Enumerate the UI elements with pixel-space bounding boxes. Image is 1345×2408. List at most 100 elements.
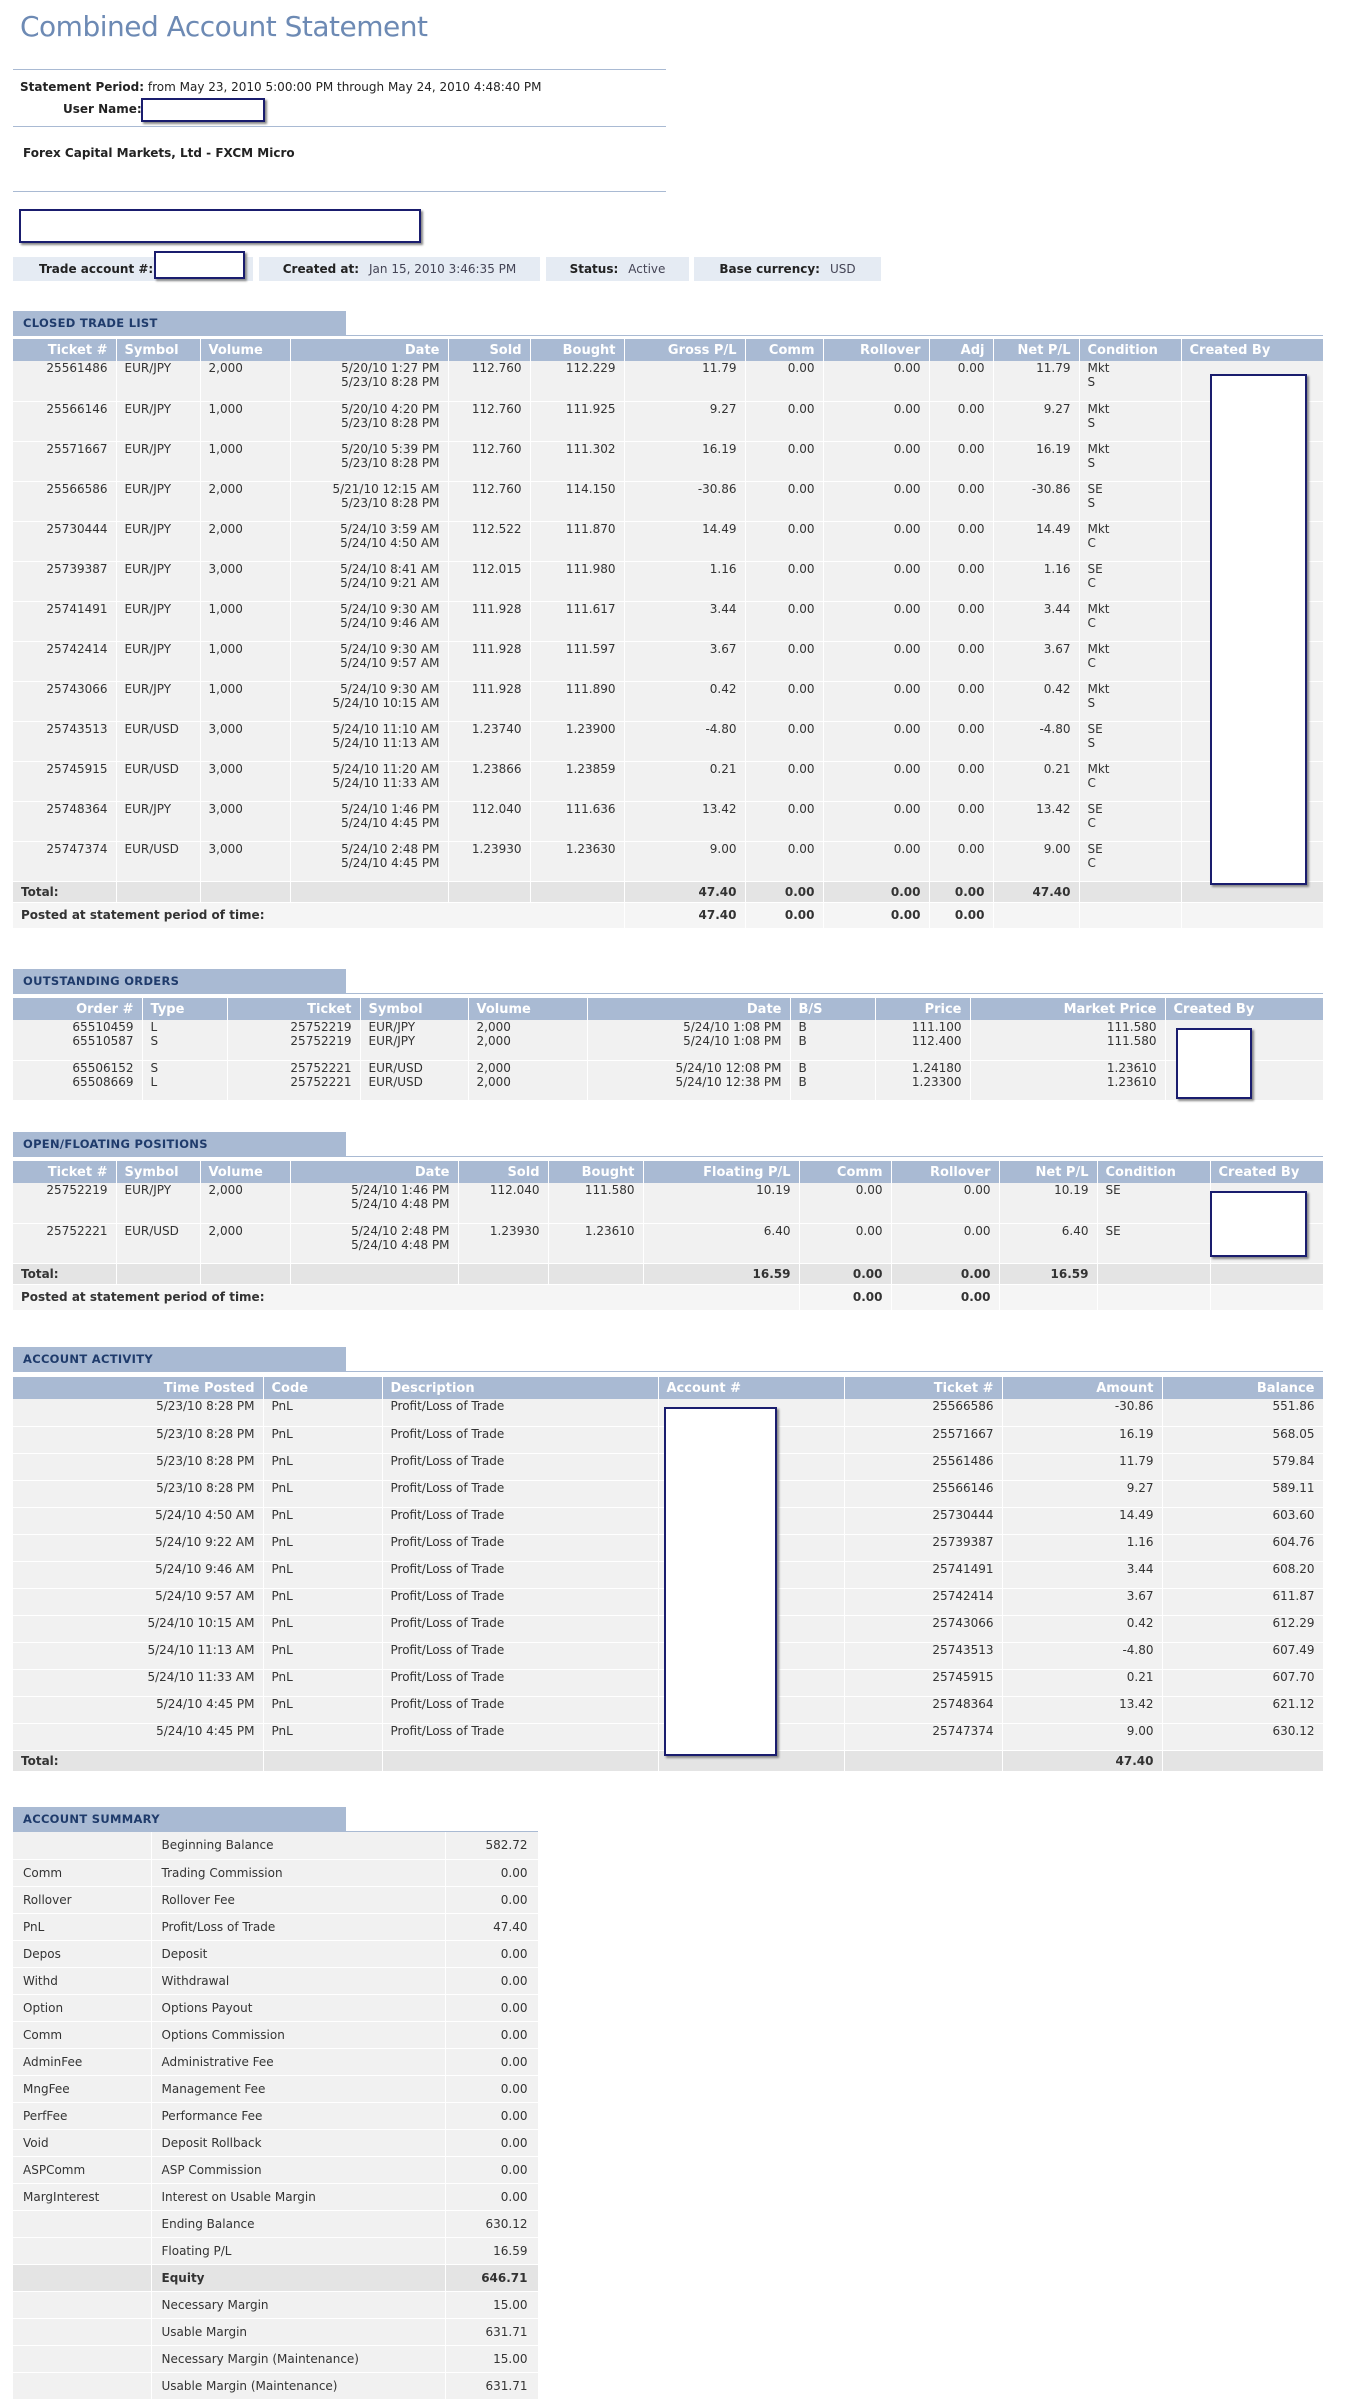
cell-line: 1.23610	[584, 1223, 635, 1238]
redacted-user-name	[141, 98, 265, 122]
adj-cell: 0.00	[929, 481, 994, 522]
table-row: 65510459 65510587 L S 25752219 25752219 EUR/JP…	[13, 1020, 1324, 1061]
account-summary-tab: ACCOUNT SUMMARY	[13, 1807, 346, 1831]
description-cell: Profit/Loss of Trade	[382, 1615, 659, 1643]
summary-amount: 0.00	[445, 2021, 539, 2049]
column-header: Order #	[13, 998, 143, 1020]
price-cell: 111.100 112.400	[875, 1020, 971, 1061]
sold-cell: 112.760	[448, 481, 531, 522]
total-cell	[1162, 1750, 1324, 1772]
cell-line: EUR/JPY	[368, 1034, 416, 1048]
cell-line: 5/24/10 1:46 PM	[341, 801, 440, 816]
total-cell	[530, 881, 625, 903]
cell-line: 5/24/10 2:48 PM	[351, 1223, 450, 1238]
condition-cell: SE C	[1079, 841, 1182, 882]
cell-line: 5/24/10 4:48 PM	[351, 1197, 450, 1211]
cell-line: 0.42	[1043, 681, 1071, 696]
amount-cell: 1.16	[1002, 1534, 1163, 1562]
volume-cell: 2,000 2,000	[468, 1060, 588, 1101]
status-label: Status:	[569, 262, 619, 276]
redacted-created-by	[1176, 1028, 1252, 1099]
summary-amount: 47.40	[445, 1913, 539, 1941]
cell-line: 0.00	[787, 401, 815, 416]
net-cell: -4.80	[993, 721, 1080, 762]
time-cell: 5/24/10 9:57 AM	[13, 1588, 264, 1616]
ticket-cell: 25752221 25752221	[227, 1060, 361, 1101]
page-title: Combined Account Statement	[20, 10, 428, 43]
bought-cell: 111.302	[530, 441, 625, 482]
summary-description: Necessary Margin (Maintenance)	[151, 2345, 446, 2373]
cell-line: SE	[1087, 841, 1103, 856]
cell-line: B	[798, 1020, 807, 1034]
ticket-cell: 25561486	[13, 361, 117, 402]
time-cell: 5/24/10 11:33 AM	[13, 1669, 264, 1697]
cell-line: SE	[1087, 721, 1103, 736]
cell-line: 2,000	[476, 1034, 511, 1048]
summary-description: Deposit	[151, 1940, 446, 1968]
sold-cell: 112.040	[458, 1183, 549, 1224]
comm-cell: 0.00	[745, 641, 824, 682]
cell-line: 5/20/10 1:27 PM	[341, 361, 440, 375]
balance-cell: 630.12	[1162, 1723, 1324, 1751]
outstanding-orders-table: Order # Type Ticket Symbol Volume Date B/S Pric…	[13, 998, 1324, 1101]
table-row: 25747374 EUR/USD 3,000 5/24/10 2:48 PM 5/24/…	[13, 841, 1324, 882]
summary-amount: 0.00	[445, 2048, 539, 2076]
symbol-cell: EUR/USD	[116, 1223, 201, 1264]
column-header: Time Posted	[13, 1377, 264, 1399]
adj-cell: 0.00	[929, 761, 994, 802]
code-cell: PnL	[263, 1642, 383, 1670]
total-cell	[382, 1750, 659, 1772]
summary-code: AdminFee	[13, 2048, 152, 2076]
time-cell: 5/23/10 8:28 PM	[13, 1399, 264, 1427]
cell-line: 0.00	[787, 601, 815, 616]
balance-cell: 608.20	[1162, 1561, 1324, 1589]
date-cell: 5/20/10 4:20 PM 5/23/10 8:28 PM	[290, 401, 449, 442]
code-cell: PnL	[263, 1669, 383, 1697]
column-header: Comm	[745, 339, 824, 361]
cell-line: C	[1087, 575, 1096, 590]
adj-cell: 0.00	[929, 561, 994, 602]
volume-cell: 3,000	[200, 561, 291, 602]
summary-amount: 15.00	[445, 2345, 539, 2373]
column-header: Code	[263, 1377, 383, 1399]
column-header: Created By	[1210, 1161, 1324, 1183]
cell-line: S	[150, 1034, 159, 1048]
total-cell	[448, 881, 531, 903]
cell-line: 65510459	[72, 1020, 134, 1034]
cell-line: 0.00	[787, 681, 815, 696]
cell-line: S	[1087, 695, 1096, 710]
net-cell: 14.49	[993, 521, 1080, 562]
volume-cell: 3,000	[200, 761, 291, 802]
cell-line: S	[150, 1060, 159, 1075]
volume-cell: 2,000	[200, 481, 291, 522]
adj-cell: 0.00	[929, 401, 994, 442]
volume-cell: 2,000	[200, 1223, 291, 1264]
time-cell: 5/24/10 11:13 AM	[13, 1642, 264, 1670]
balance-cell: 589.11	[1162, 1480, 1324, 1508]
cell-line: 112.760	[471, 401, 522, 416]
adj-cell: 0.00	[929, 601, 994, 642]
column-header: Account #	[658, 1377, 845, 1399]
posted-cell: 47.40	[624, 902, 746, 929]
total-cell: 16.59	[999, 1263, 1098, 1285]
cell-line: 0.00	[893, 641, 921, 656]
user-name-label: User Name:	[63, 102, 142, 116]
summary-amount: 0.00	[445, 1994, 539, 2022]
account-summary-table: Beginning Balance 582.72 Comm Trading Commi…	[13, 1832, 539, 2400]
cell-line: 3.44	[1043, 601, 1071, 616]
condition-cell: SE C	[1079, 801, 1182, 842]
cell-line: 1.24180	[911, 1060, 962, 1075]
posted-cell: 0.00	[823, 902, 930, 929]
cell-line: 5/24/10 4:45 PM	[341, 855, 440, 870]
cell-line: 0.00	[893, 681, 921, 696]
gross-cell: 13.42	[624, 801, 746, 842]
open-header-row: Ticket # Symbol Volume Date Sold Bought Floati…	[13, 1161, 1324, 1183]
comm-cell: 0.00	[745, 481, 824, 522]
cell-line: 112.760	[471, 441, 522, 456]
cell-line: 25752221	[290, 1060, 352, 1075]
sold-cell: 112.522	[448, 521, 531, 562]
description-cell: Profit/Loss of Trade	[382, 1453, 659, 1481]
cell-line: -30.86	[1031, 481, 1071, 496]
volume-cell: 1,000	[200, 641, 291, 682]
table-row: 25743513 EUR/USD 3,000 5/24/10 11:10 AM 5/24…	[13, 721, 1324, 762]
